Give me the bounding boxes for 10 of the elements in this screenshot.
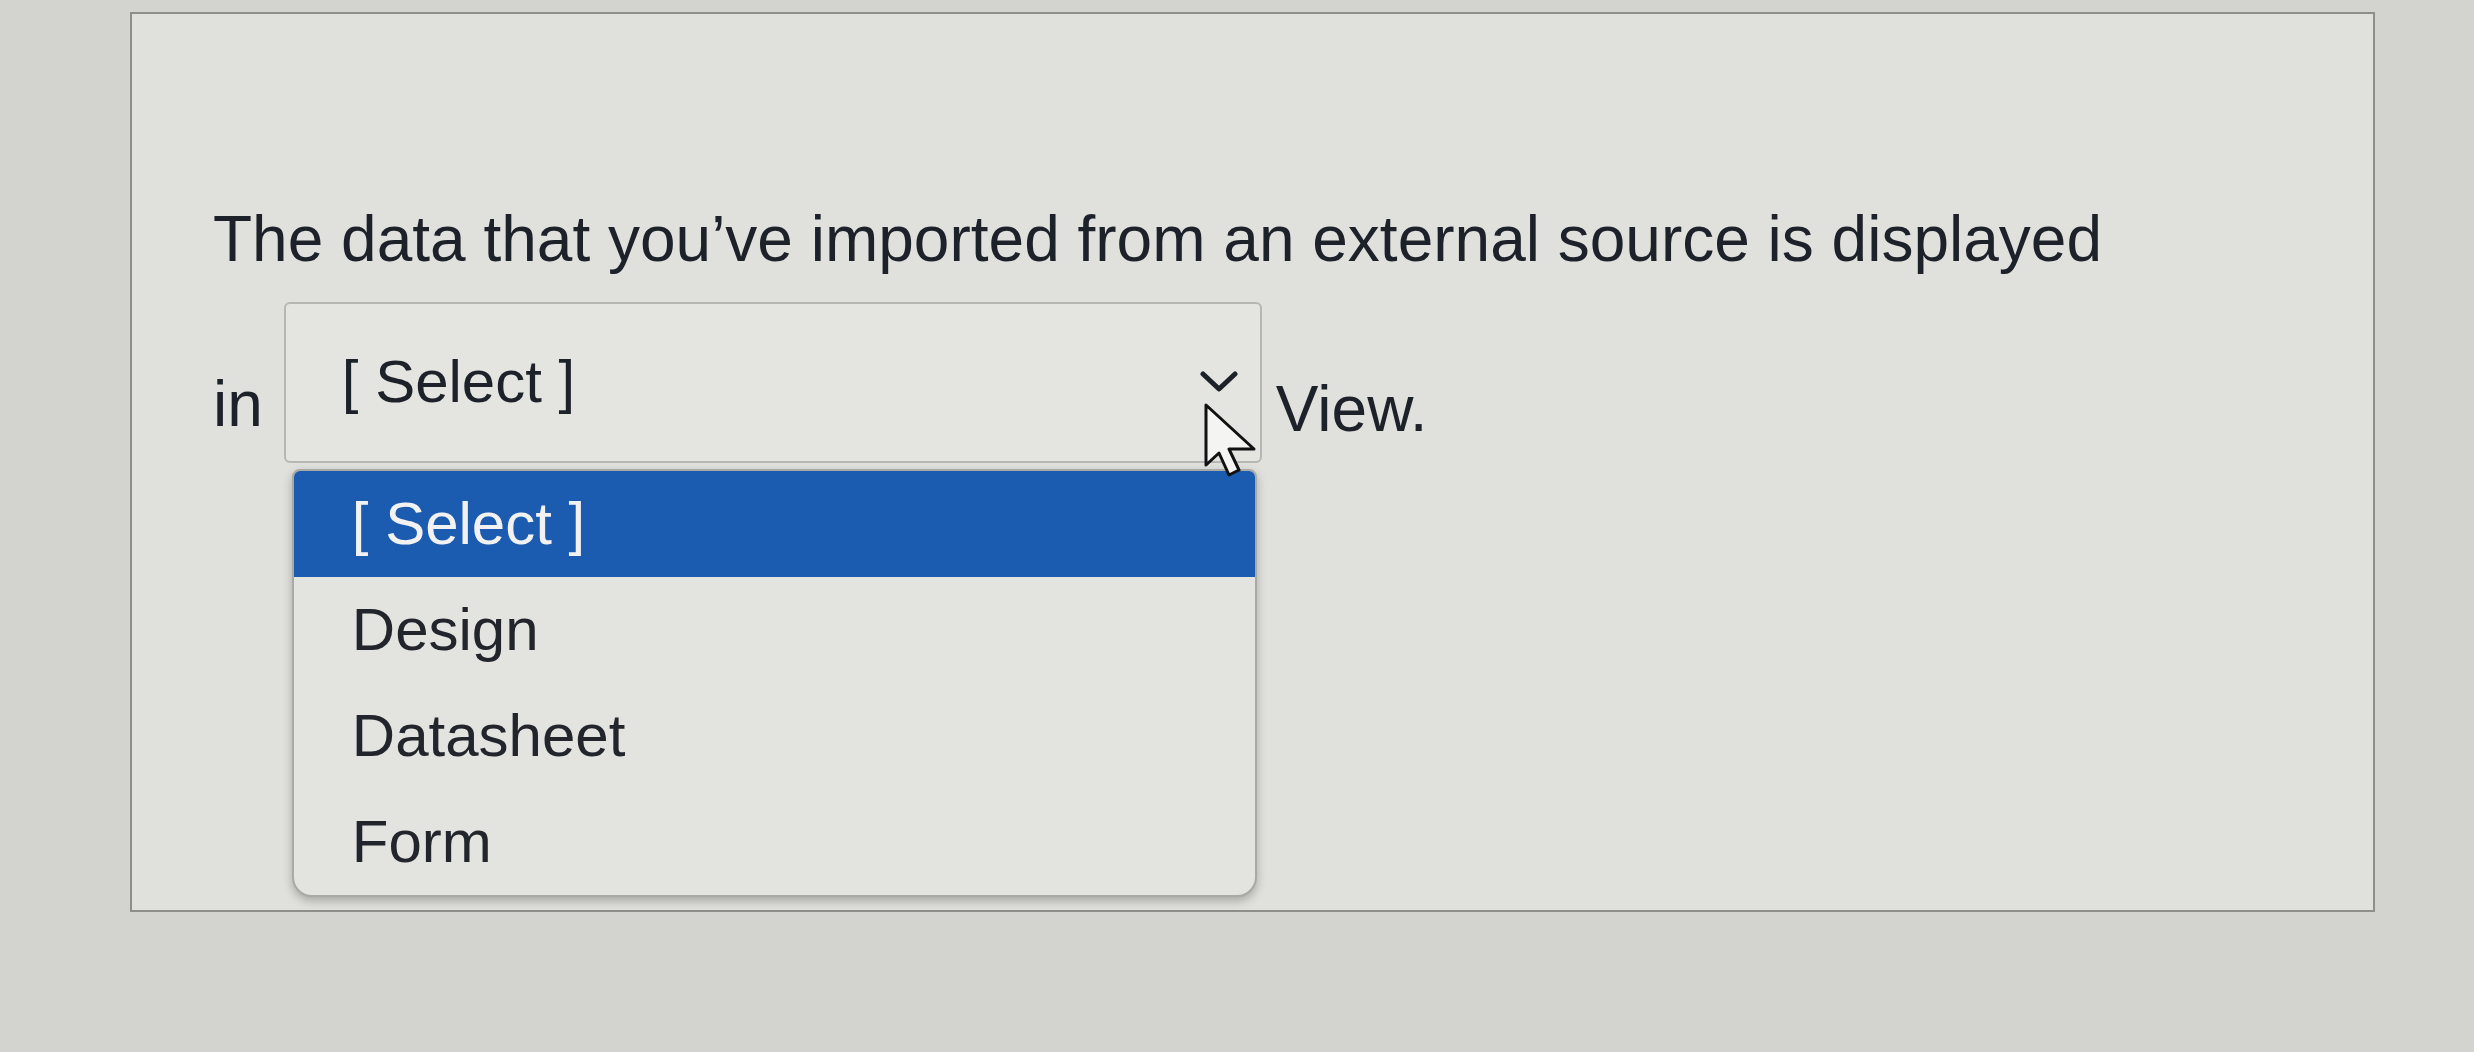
question-text: View. (1275, 372, 1428, 447)
dropdown-option[interactable]: Design (293, 577, 1255, 683)
dropdown-option[interactable]: Form (293, 789, 1255, 895)
dropdown-option[interactable]: Datasheet (293, 683, 1255, 789)
select-dropdown[interactable]: [ Select ] (283, 302, 1262, 463)
mouse-pointer-icon (1203, 403, 1256, 477)
question-text: The data that you’ve imported from an external source is displayed (213, 202, 2102, 277)
question-text: in (213, 367, 263, 442)
chevron-down-icon (1199, 370, 1238, 393)
dropdown-option[interactable]: [ Select ] (293, 471, 1255, 577)
